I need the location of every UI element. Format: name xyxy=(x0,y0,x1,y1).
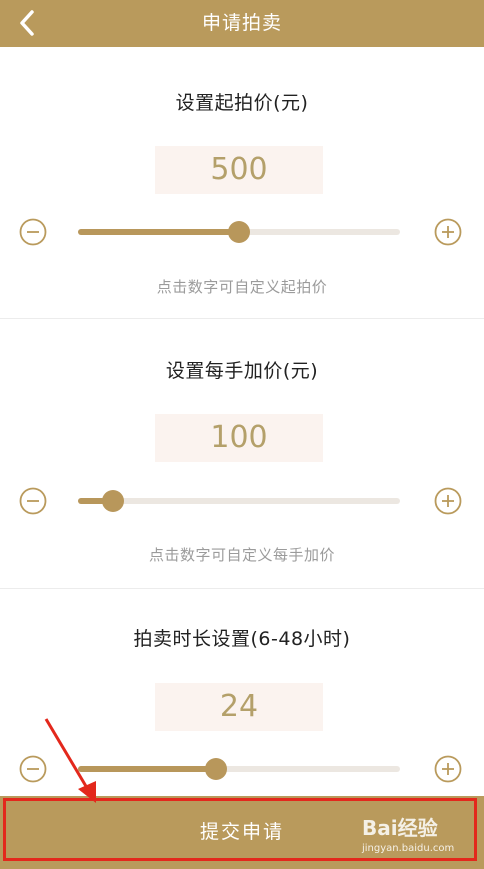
start-price-slider-fill xyxy=(78,229,239,235)
start-price-slider[interactable] xyxy=(78,221,400,243)
header-bar: 申请拍卖 xyxy=(0,0,484,47)
duration-title: 拍卖时长设置(6-48小时) xyxy=(133,628,351,650)
increment-slider-thumb[interactable] xyxy=(102,490,125,512)
increment-minus-button[interactable] xyxy=(19,487,47,515)
minus-circle-icon xyxy=(19,487,47,515)
watermark: Bai经验 jingyan.baidu.com xyxy=(362,812,454,854)
section-divider xyxy=(0,588,484,589)
start-price-minus-button[interactable] xyxy=(19,218,47,246)
watermark-brand: Bai经验 xyxy=(362,816,438,840)
start-price-plus-button[interactable] xyxy=(434,218,462,246)
plus-circle-icon xyxy=(434,487,462,515)
watermark-url: jingyan.baidu.com xyxy=(362,843,455,854)
increment-hint: 点击数字可自定义每手加价 xyxy=(148,546,335,564)
minus-circle-icon xyxy=(19,755,47,783)
plus-circle-icon xyxy=(434,218,462,246)
annotation-arrow-icon xyxy=(44,718,96,803)
plus-circle-icon xyxy=(434,755,462,783)
duration-slider[interactable] xyxy=(78,758,400,780)
start-price-title: 设置起拍价(元) xyxy=(175,92,309,114)
increment-value[interactable]: 100 xyxy=(155,414,323,462)
increment-plus-button[interactable] xyxy=(434,487,462,515)
section-divider xyxy=(0,318,484,319)
increment-title: 设置每手加价(元) xyxy=(165,360,319,382)
start-price-value[interactable]: 500 xyxy=(155,146,323,194)
page-title: 申请拍卖 xyxy=(201,12,282,34)
duration-minus-button[interactable] xyxy=(19,755,47,783)
minus-circle-icon xyxy=(19,218,47,246)
duration-value[interactable]: 24 xyxy=(155,683,323,731)
duration-plus-button[interactable] xyxy=(434,755,462,783)
duration-slider-thumb[interactable] xyxy=(205,758,228,780)
duration-slider-fill xyxy=(78,766,217,772)
increment-slider[interactable] xyxy=(78,490,400,512)
start-price-hint: 点击数字可自定义起拍价 xyxy=(156,278,328,296)
start-price-slider-thumb[interactable] xyxy=(228,221,250,243)
